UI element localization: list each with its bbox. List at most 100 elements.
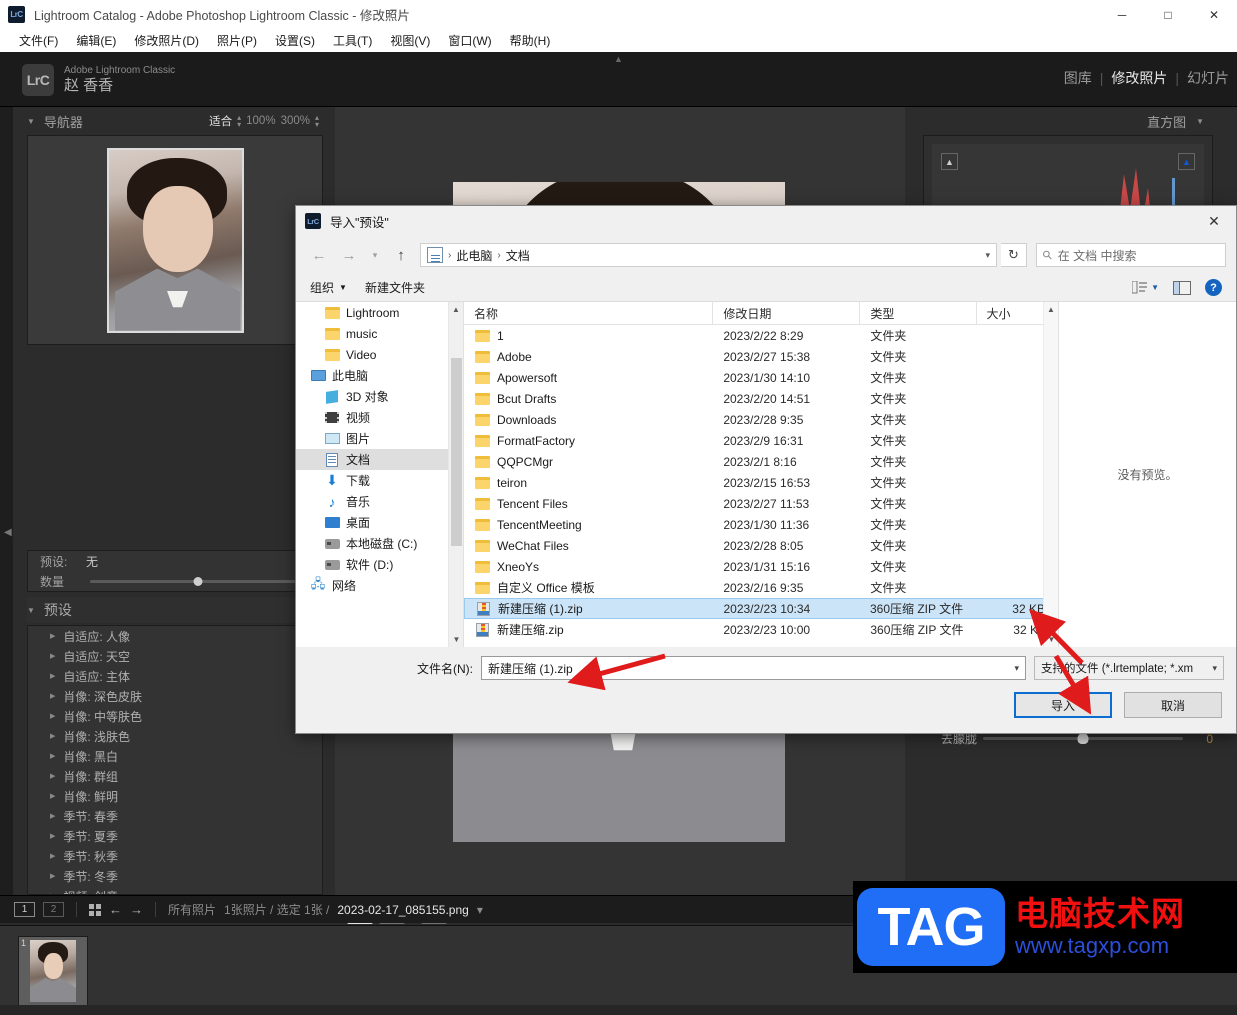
table-row[interactable]: XneoYs 2023/1/31 15:16 文件夹	[464, 556, 1058, 577]
tree-item-desktop[interactable]: 桌面	[296, 512, 463, 533]
preset-item[interactable]: ▶ 肖像: 深色皮肤	[28, 686, 322, 706]
expand-triangle-icon[interactable]: ▶	[50, 652, 55, 660]
import-button[interactable]: 导入	[1014, 692, 1112, 718]
tree-item-3d-objects[interactable]: 3D 对象	[296, 386, 463, 407]
nav-forward-icon[interactable]: →	[336, 243, 362, 267]
address-bar[interactable]: › 此电脑 › 文档 ▾	[420, 243, 997, 267]
expand-triangle-icon[interactable]: ▶	[50, 772, 55, 780]
preset-item[interactable]: ▶ 肖像: 群组	[28, 766, 322, 786]
refresh-icon[interactable]: ↻	[1001, 243, 1027, 267]
tree-item-network[interactable]: 🖧 网络	[296, 575, 463, 596]
all-photos-label[interactable]: 所有照片	[168, 901, 216, 918]
navigator-fit[interactable]: 适合	[209, 113, 232, 129]
tree-item-music-folder[interactable]: music	[296, 323, 463, 344]
table-row[interactable]: Downloads 2023/2/28 9:35 文件夹	[464, 409, 1058, 430]
table-row[interactable]: Adobe 2023/2/27 15:38 文件夹	[464, 346, 1058, 367]
expand-triangle-icon[interactable]: ▶	[50, 712, 55, 720]
left-panel-collapse-arrow[interactable]: ◀	[4, 527, 12, 538]
preset-item[interactable]: ▶ 季节: 秋季	[28, 846, 322, 866]
filmstrip-thumbnail[interactable]	[18, 936, 88, 1006]
tree-item-videos[interactable]: 视频	[296, 407, 463, 428]
navigator-preview[interactable]	[27, 135, 323, 345]
column-header-type[interactable]: 类型	[860, 302, 977, 325]
column-header-date[interactable]: 修改日期	[713, 302, 861, 325]
file-scroll-down-icon[interactable]: ▼	[1044, 632, 1058, 647]
preset-item[interactable]: ▶视频: 创意	[28, 886, 322, 895]
preview-pane-icon[interactable]	[1173, 280, 1191, 295]
preset-item[interactable]: ▶ 自适应: 主体	[28, 666, 322, 686]
table-row[interactable]: QQPCMgr 2023/2/1 8:16 文件夹	[464, 451, 1058, 472]
presets-triangle-icon[interactable]: ▼	[27, 606, 35, 615]
preset-item[interactable]: ▶ 肖像: 浅肤色	[28, 726, 322, 746]
maximize-button[interactable]: □	[1145, 0, 1191, 29]
slider-knob[interactable]	[1077, 733, 1089, 744]
dialog-close-button[interactable]: ✕	[1192, 207, 1236, 236]
highlight-clipping-icon[interactable]: ▲	[1178, 153, 1195, 170]
expand-triangle-icon[interactable]: ▶	[50, 752, 55, 760]
expand-triangle-icon[interactable]: ▶	[50, 632, 55, 640]
preset-item[interactable]: ▶ 自适应: 人像	[28, 626, 322, 646]
cancel-button[interactable]: 取消	[1124, 692, 1222, 718]
search-input[interactable]: ⚲ 在 文档 中搜索	[1036, 243, 1226, 267]
file-type-caret-icon[interactable]: ▾	[1212, 663, 1217, 674]
column-header-name[interactable]: 名称	[464, 302, 714, 325]
filename-caret-icon[interactable]: ▾	[477, 903, 483, 917]
filmstrip-scrollbar[interactable]	[0, 1005, 1237, 1015]
navigator-zoom-stepper-icon[interactable]: ▴ ▾	[315, 114, 319, 129]
file-list-scrollbar[interactable]: ▲ ▼	[1043, 302, 1058, 647]
navigator-triangle-icon[interactable]: ▼	[27, 117, 35, 126]
tree-item-documents[interactable]: 文档	[296, 449, 463, 470]
table-row[interactable]: 新建压缩.zip 2023/2/23 10:00 360压缩 ZIP 文件 32 KB	[464, 619, 1058, 640]
screen-1-button[interactable]: 1	[14, 902, 35, 917]
menu-help[interactable]: 帮助(H)	[501, 32, 560, 49]
breadcrumb-this-pc[interactable]: 此电脑	[456, 247, 492, 264]
screen-2-button[interactable]: 2	[43, 902, 64, 917]
menu-window[interactable]: 窗口(W)	[439, 32, 500, 49]
preset-item[interactable]: ▶ 季节: 春季	[28, 806, 322, 826]
preset-item[interactable]: ▶ 季节: 冬季	[28, 866, 322, 886]
grid-view-icon[interactable]	[89, 903, 101, 916]
forward-arrow-icon[interactable]: →	[130, 902, 143, 917]
expand-triangle-icon[interactable]: ▶	[50, 672, 55, 680]
histogram-triangle-icon[interactable]: ▼	[1196, 117, 1204, 126]
menu-tools[interactable]: 工具(T)	[324, 32, 381, 49]
nav-up-icon[interactable]: ↑	[388, 243, 414, 267]
expand-triangle-icon[interactable]: ▶	[50, 692, 55, 700]
preset-item[interactable]: ▶ 肖像: 黑白	[28, 746, 322, 766]
expand-triangle-icon[interactable]: ▶	[50, 852, 55, 860]
presets-panel-header[interactable]: ▼ 预设	[27, 597, 323, 623]
expand-triangle-icon[interactable]: ▶	[50, 792, 55, 800]
topbar-collapse-arrow[interactable]: ▲	[614, 54, 623, 64]
view-mode-button[interactable]: ▼	[1132, 281, 1159, 294]
table-row[interactable]: Tencent Files 2023/2/27 11:53 文件夹	[464, 493, 1058, 514]
shadow-clipping-icon[interactable]: ▲	[941, 153, 958, 170]
tree-scrollbar[interactable]: ▲ ▼	[448, 302, 463, 647]
tree-item-video-folder[interactable]: Video	[296, 344, 463, 365]
menu-settings[interactable]: 设置(S)	[266, 32, 324, 49]
table-row[interactable]: WeChat Files 2023/2/28 8:05 文件夹	[464, 535, 1058, 556]
navigator-zoom-100[interactable]: 100%	[246, 115, 275, 127]
back-arrow-icon[interactable]: ←	[109, 902, 122, 917]
new-folder-button[interactable]: 新建文件夹	[365, 279, 425, 296]
preset-item[interactable]: ▶ 自适应: 天空	[28, 646, 322, 666]
organize-button[interactable]: 组织 ▼	[310, 279, 347, 296]
nav-back-icon[interactable]: ←	[306, 243, 332, 267]
table-row-selected[interactable]: 新建压缩 (1).zip 2023/2/23 10:34 360压缩 ZIP 文件 3…	[464, 598, 1058, 619]
table-row[interactable]: 1 2023/2/22 8:29 文件夹	[464, 325, 1058, 346]
tab-slideshow[interactable]: 幻灯片	[1179, 68, 1237, 88]
navigator-zoom-300[interactable]: 300%	[281, 115, 310, 127]
preset-item[interactable]: ▶ 肖像: 中等肤色	[28, 706, 322, 726]
tree-item-pictures[interactable]: 图片	[296, 428, 463, 449]
file-scroll-up-icon[interactable]: ▲	[1044, 302, 1058, 317]
navigation-tree[interactable]: Lightroom music Video 此电脑 3D 对象 视频 图片 文档…	[296, 302, 464, 647]
preset-item[interactable]: ▶ 肖像: 鲜明	[28, 786, 322, 806]
tree-item-this-pc[interactable]: 此电脑	[296, 365, 463, 386]
tab-develop[interactable]: 修改照片	[1103, 68, 1175, 88]
menu-view[interactable]: 视图(V)	[381, 32, 439, 49]
table-row[interactable]: 自定义 Office 模板 2023/2/16 9:35 文件夹	[464, 577, 1058, 598]
tree-scroll-thumb[interactable]	[451, 358, 462, 546]
presets-list[interactable]: ▶ 自适应: 人像 ▶ 自适应: 天空 ▶ 自适应: 主体 ▶ 肖像: 深色皮肤 ▶ 肖像…	[27, 625, 323, 895]
table-row[interactable]: teiron 2023/2/15 16:53 文件夹	[464, 472, 1058, 493]
file-type-filter-select[interactable]: 支持的文件 (*.lrtemplate; *.xm ▾	[1034, 656, 1224, 680]
table-row[interactable]: Apowersoft 2023/1/30 14:10 文件夹	[464, 367, 1058, 388]
